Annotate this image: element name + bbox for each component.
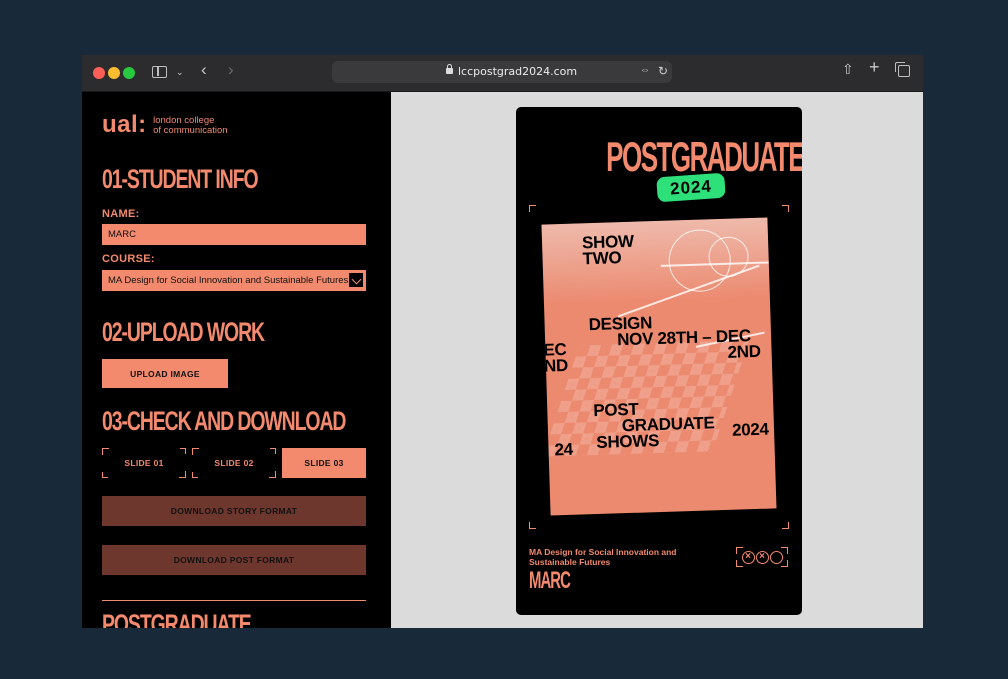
course-caption: MA Design for Social Innovation and Sust… bbox=[529, 547, 677, 567]
back-arrow-icon[interactable]: ‹ bbox=[201, 61, 207, 78]
x-circle-icon: × bbox=[755, 550, 769, 564]
generator-sidebar: ual: london college of communication 01-… bbox=[82, 92, 391, 628]
zoom-window-button[interactable] bbox=[123, 67, 135, 79]
chevron-down-icon[interactable] bbox=[348, 272, 364, 288]
download-post-button[interactable]: DOWNLOAD POST FORMAT bbox=[102, 545, 366, 575]
name-caption: MARC bbox=[529, 567, 571, 594]
browser-window: ⌄ ‹ › lccpostgrad2024.com ⇔ ↻ ⇧ + ual: l… bbox=[82, 55, 923, 628]
poster-title: POSTGRADUATE SHOWS bbox=[516, 135, 802, 179]
name-label: NAME: bbox=[102, 208, 140, 220]
frame-corner bbox=[781, 547, 788, 554]
slide-01-label: SLIDE 01 bbox=[124, 458, 164, 468]
year-badge: 2024 bbox=[656, 172, 726, 203]
frame-corner bbox=[529, 522, 536, 529]
story-preview: POSTGRADUATE SHOWS 2024 SHOW TWO DESIGN … bbox=[516, 107, 802, 615]
preview-area: POSTGRADUATE SHOWS 2024 SHOW TWO DESIGN … bbox=[391, 92, 923, 628]
logo-name: london college of communication bbox=[153, 116, 253, 136]
browser-toolbar: ⌄ ‹ › lccpostgrad2024.com ⇔ ↻ ⇧ + bbox=[82, 55, 923, 92]
artwork-dates-right: 2ND bbox=[727, 341, 761, 362]
address-bar[interactable]: lccpostgrad2024.com ⇔ ↻ bbox=[332, 61, 672, 83]
check-download-heading: 03-CHECK AND DOWNLOAD bbox=[102, 406, 346, 436]
corner-mark bbox=[102, 472, 108, 478]
tab-overview-icon[interactable] bbox=[895, 62, 910, 77]
upload-image-button[interactable]: UPLOAD IMAGE bbox=[102, 359, 228, 388]
share-icon[interactable]: ⇧ bbox=[842, 62, 854, 76]
artwork-shows-text: SHOWS bbox=[596, 431, 660, 453]
slide-02-button[interactable]: SLIDE 02 bbox=[192, 448, 276, 478]
translate-icon[interactable]: ⇔ bbox=[640, 65, 650, 76]
close-window-button[interactable] bbox=[93, 67, 105, 79]
frame-corner bbox=[782, 205, 789, 212]
course-select[interactable]: MA Design for Social Innovation and Sust… bbox=[102, 270, 366, 291]
frame-corner bbox=[736, 560, 743, 567]
postgraduate-heading: POSTGRADUATE bbox=[102, 609, 252, 628]
forward-arrow-icon[interactable]: › bbox=[228, 61, 234, 78]
frame-corner bbox=[529, 205, 536, 212]
corner-mark bbox=[270, 448, 276, 454]
corner-mark bbox=[180, 448, 186, 454]
corner-mark bbox=[192, 472, 198, 478]
download-story-button[interactable]: DOWNLOAD STORY FORMAT bbox=[102, 496, 366, 526]
slide-03-label: SLIDE 03 bbox=[304, 458, 344, 468]
artwork-year-right: 2024 bbox=[731, 419, 769, 440]
artwork-year-left: 24 bbox=[554, 439, 574, 460]
ual-logo[interactable]: ual: london college of communication bbox=[102, 112, 253, 138]
minimize-window-button[interactable] bbox=[108, 67, 120, 79]
frame-corner bbox=[781, 560, 788, 567]
lock-icon bbox=[446, 64, 453, 74]
slide-01-button[interactable]: SLIDE 01 bbox=[102, 448, 186, 478]
slide-02-label: SLIDE 02 bbox=[214, 458, 254, 468]
slide-03-button[interactable]: SLIDE 03 bbox=[282, 448, 366, 478]
x-circle-icon: × bbox=[741, 550, 755, 564]
name-input[interactable]: MARC bbox=[102, 224, 366, 245]
xxo-logo: × × bbox=[736, 547, 788, 567]
sidebar-toggle-icon[interactable] bbox=[152, 66, 167, 78]
course-select-value: MA Design for Social Innovation and Sust… bbox=[108, 275, 349, 286]
poster-title-text: POSTGRADUATE SHOWS bbox=[606, 133, 802, 180]
upload-work-heading: 02-UPLOAD WORK bbox=[102, 317, 265, 347]
student-info-heading: 01-STUDENT INFO bbox=[102, 164, 259, 194]
logo-name-line2: of communication bbox=[153, 125, 228, 136]
frame-corner bbox=[782, 522, 789, 529]
new-tab-icon[interactable]: + bbox=[869, 58, 880, 76]
divider bbox=[102, 600, 366, 601]
course-label: COURSE: bbox=[102, 253, 155, 265]
frame-corner bbox=[736, 547, 743, 554]
logo-mark: ual: bbox=[102, 111, 147, 138]
chevron-down-icon[interactable]: ⌄ bbox=[176, 66, 184, 79]
artwork-edge-text-2: ND bbox=[543, 355, 569, 376]
artwork-show-text: SHOW TWO bbox=[581, 231, 635, 269]
uploaded-artwork: SHOW TWO DESIGN NOV 28TH – DEC 2ND EC ND… bbox=[541, 217, 777, 516]
url-text[interactable]: lccpostgrad2024.com bbox=[458, 65, 577, 78]
reload-icon[interactable]: ↻ bbox=[658, 64, 668, 78]
